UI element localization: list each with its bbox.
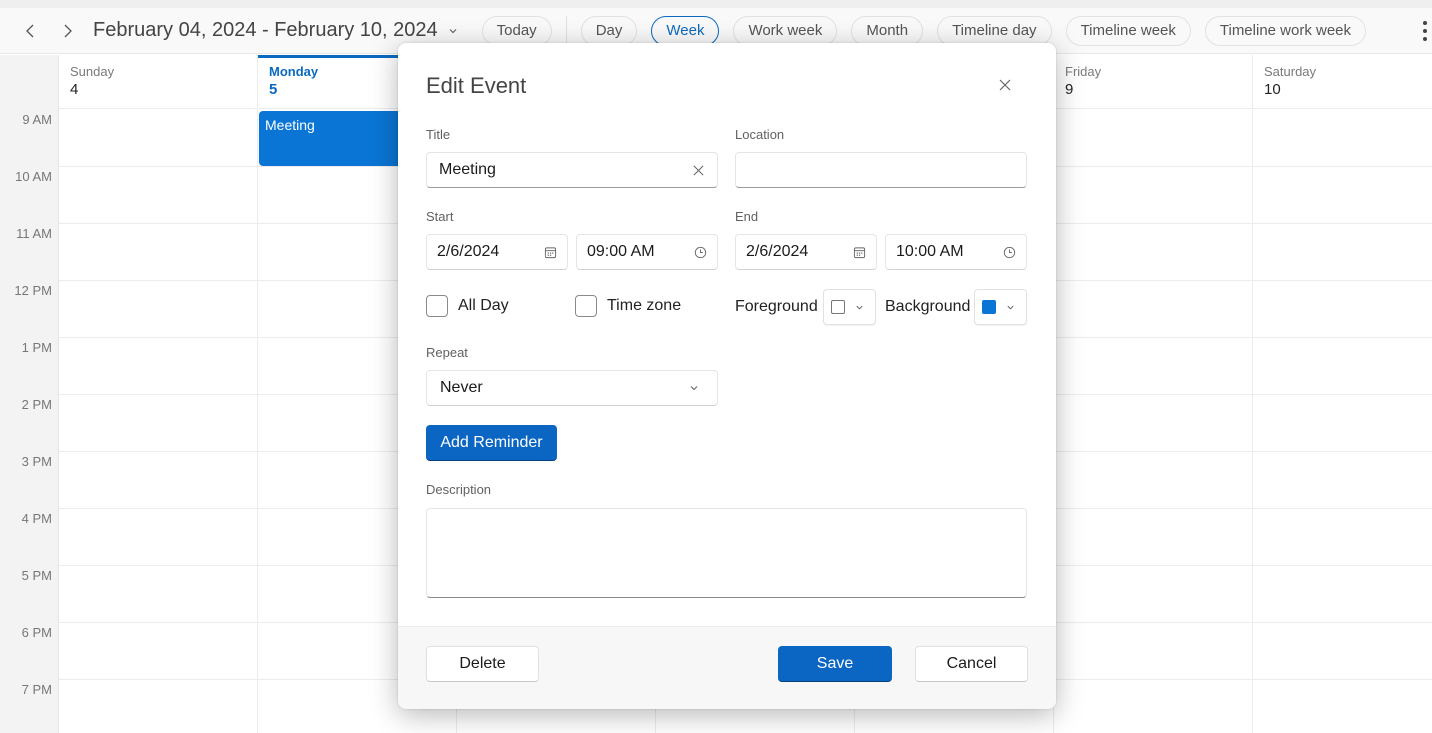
end-time-value: 10:00 AM [896,243,964,260]
time-label: 2 PM [21,397,52,412]
more-options-button[interactable] [1418,16,1432,46]
delete-button[interactable]: Delete [426,646,539,682]
close-button[interactable] [996,76,1014,94]
calendar-icon[interactable] [543,245,557,259]
start-time-picker[interactable]: 09:00 AM [576,234,718,270]
today-button[interactable]: Today [481,15,552,46]
dialog-footer: Delete Save Cancel [398,626,1056,709]
view-timeline-day-button[interactable]: Timeline day [937,15,1052,46]
time-label: 1 PM [21,340,52,355]
event-meeting[interactable]: Meeting [259,111,404,166]
cancel-button[interactable]: Cancel [915,646,1028,682]
background-label: Background [885,298,971,315]
view-timeline-week-button[interactable]: Timeline week [1065,15,1191,46]
location-label: Location [735,127,785,142]
description-textarea[interactable] [426,508,1027,598]
time-label: 12 PM [14,283,52,298]
repeat-dropdown[interactable]: Never [426,370,718,406]
chevron-down-icon [856,305,863,310]
next-button[interactable] [49,13,85,49]
add-reminder-button[interactable]: Add Reminder [426,425,557,461]
start-date-value: 2/6/2024 [437,243,500,260]
background-color-picker[interactable] [974,289,1027,325]
edit-event-dialog: Edit Event Title Meeting Location Start … [398,43,1056,709]
clear-input-button[interactable] [691,163,705,177]
time-zone-checkbox[interactable]: Time zone [575,295,681,317]
title-value: Meeting [439,161,496,178]
day-header-friday[interactable]: Friday 9 [1054,55,1253,109]
checkbox-box [575,295,597,317]
all-day-label: All Day [458,297,509,314]
end-date-value: 2/6/2024 [746,243,809,260]
all-day-checkbox[interactable]: All Day [426,295,509,317]
view-day-button[interactable]: Day [580,15,638,46]
time-label: 7 PM [21,682,52,697]
start-time-value: 09:00 AM [587,243,655,260]
chevron-right-icon [64,24,72,37]
day-number: 4 [70,81,79,98]
chevron-left-icon [26,24,34,37]
close-icon [999,79,1011,91]
dialog-title: Edit Event [426,73,527,98]
end-label: End [735,209,759,224]
title-input[interactable]: Meeting [426,152,718,188]
time-label: 9 AM [22,112,52,127]
time-label: 6 PM [21,625,52,640]
start-date-picker[interactable]: 2/6/2024 [426,234,568,270]
end-date-picker[interactable]: 2/6/2024 [735,234,877,270]
day-column[interactable] [1253,110,1432,733]
chevron-down-icon [690,386,698,391]
time-label: 5 PM [21,568,52,583]
scheduler-app: February 04, 2024 - February 10, 2024 To… [0,0,1432,733]
day-name: Friday [1065,64,1102,79]
view-work-week-button[interactable]: Work week [733,15,838,46]
day-header-saturday[interactable]: Saturday 10 [1253,55,1432,109]
day-header-sunday[interactable]: Sunday 4 [59,55,258,109]
repeat-value: Never [440,379,483,396]
toolbar-divider [565,15,567,46]
chevron-down-icon [1007,305,1014,310]
foreground-swatch [831,300,845,314]
time-label: 10 AM [15,169,52,184]
previous-button[interactable] [13,13,49,49]
day-name: Saturday [1264,64,1317,79]
day-name: Sunday [70,64,115,79]
time-label: 11 AM [16,226,52,241]
day-column[interactable] [59,110,258,733]
clock-icon[interactable] [1002,245,1016,259]
day-column[interactable] [1054,110,1253,733]
top-strip [0,0,1432,8]
start-label: Start [426,209,454,224]
save-button[interactable]: Save [778,646,892,682]
time-column: 9 AM 10 AM 11 AM 12 PM 1 PM 2 PM 3 PM 4 … [0,55,59,733]
title-label: Title [426,127,451,142]
day-number: 10 [1264,81,1281,98]
view-month-button[interactable]: Month [851,15,924,46]
more-vertical-icon [1423,21,1427,25]
foreground-label: Foreground [735,298,818,315]
view-timeline-work-week-button[interactable]: Timeline work week [1204,15,1367,46]
background-swatch [982,300,996,314]
close-icon [692,164,704,176]
foreground-color-picker[interactable] [823,289,876,325]
calendar-icon[interactable] [852,245,866,259]
location-input[interactable] [735,152,1027,188]
checkbox-box [426,295,448,317]
time-label: 3 PM [21,454,52,469]
end-time-picker[interactable]: 10:00 AM [885,234,1027,270]
clock-icon[interactable] [693,245,707,259]
day-number: 9 [1065,81,1074,98]
time-zone-label: Time zone [607,297,682,314]
repeat-label: Repeat [426,345,468,360]
view-week-button[interactable]: Week [651,15,720,46]
event-title: Meeting [265,117,315,133]
date-range-label: February 04, 2024 - February 10, 2024 [93,19,438,41]
chevron-down-icon [449,28,457,33]
description-label: Description [426,482,492,497]
time-label: 4 PM [21,511,52,526]
